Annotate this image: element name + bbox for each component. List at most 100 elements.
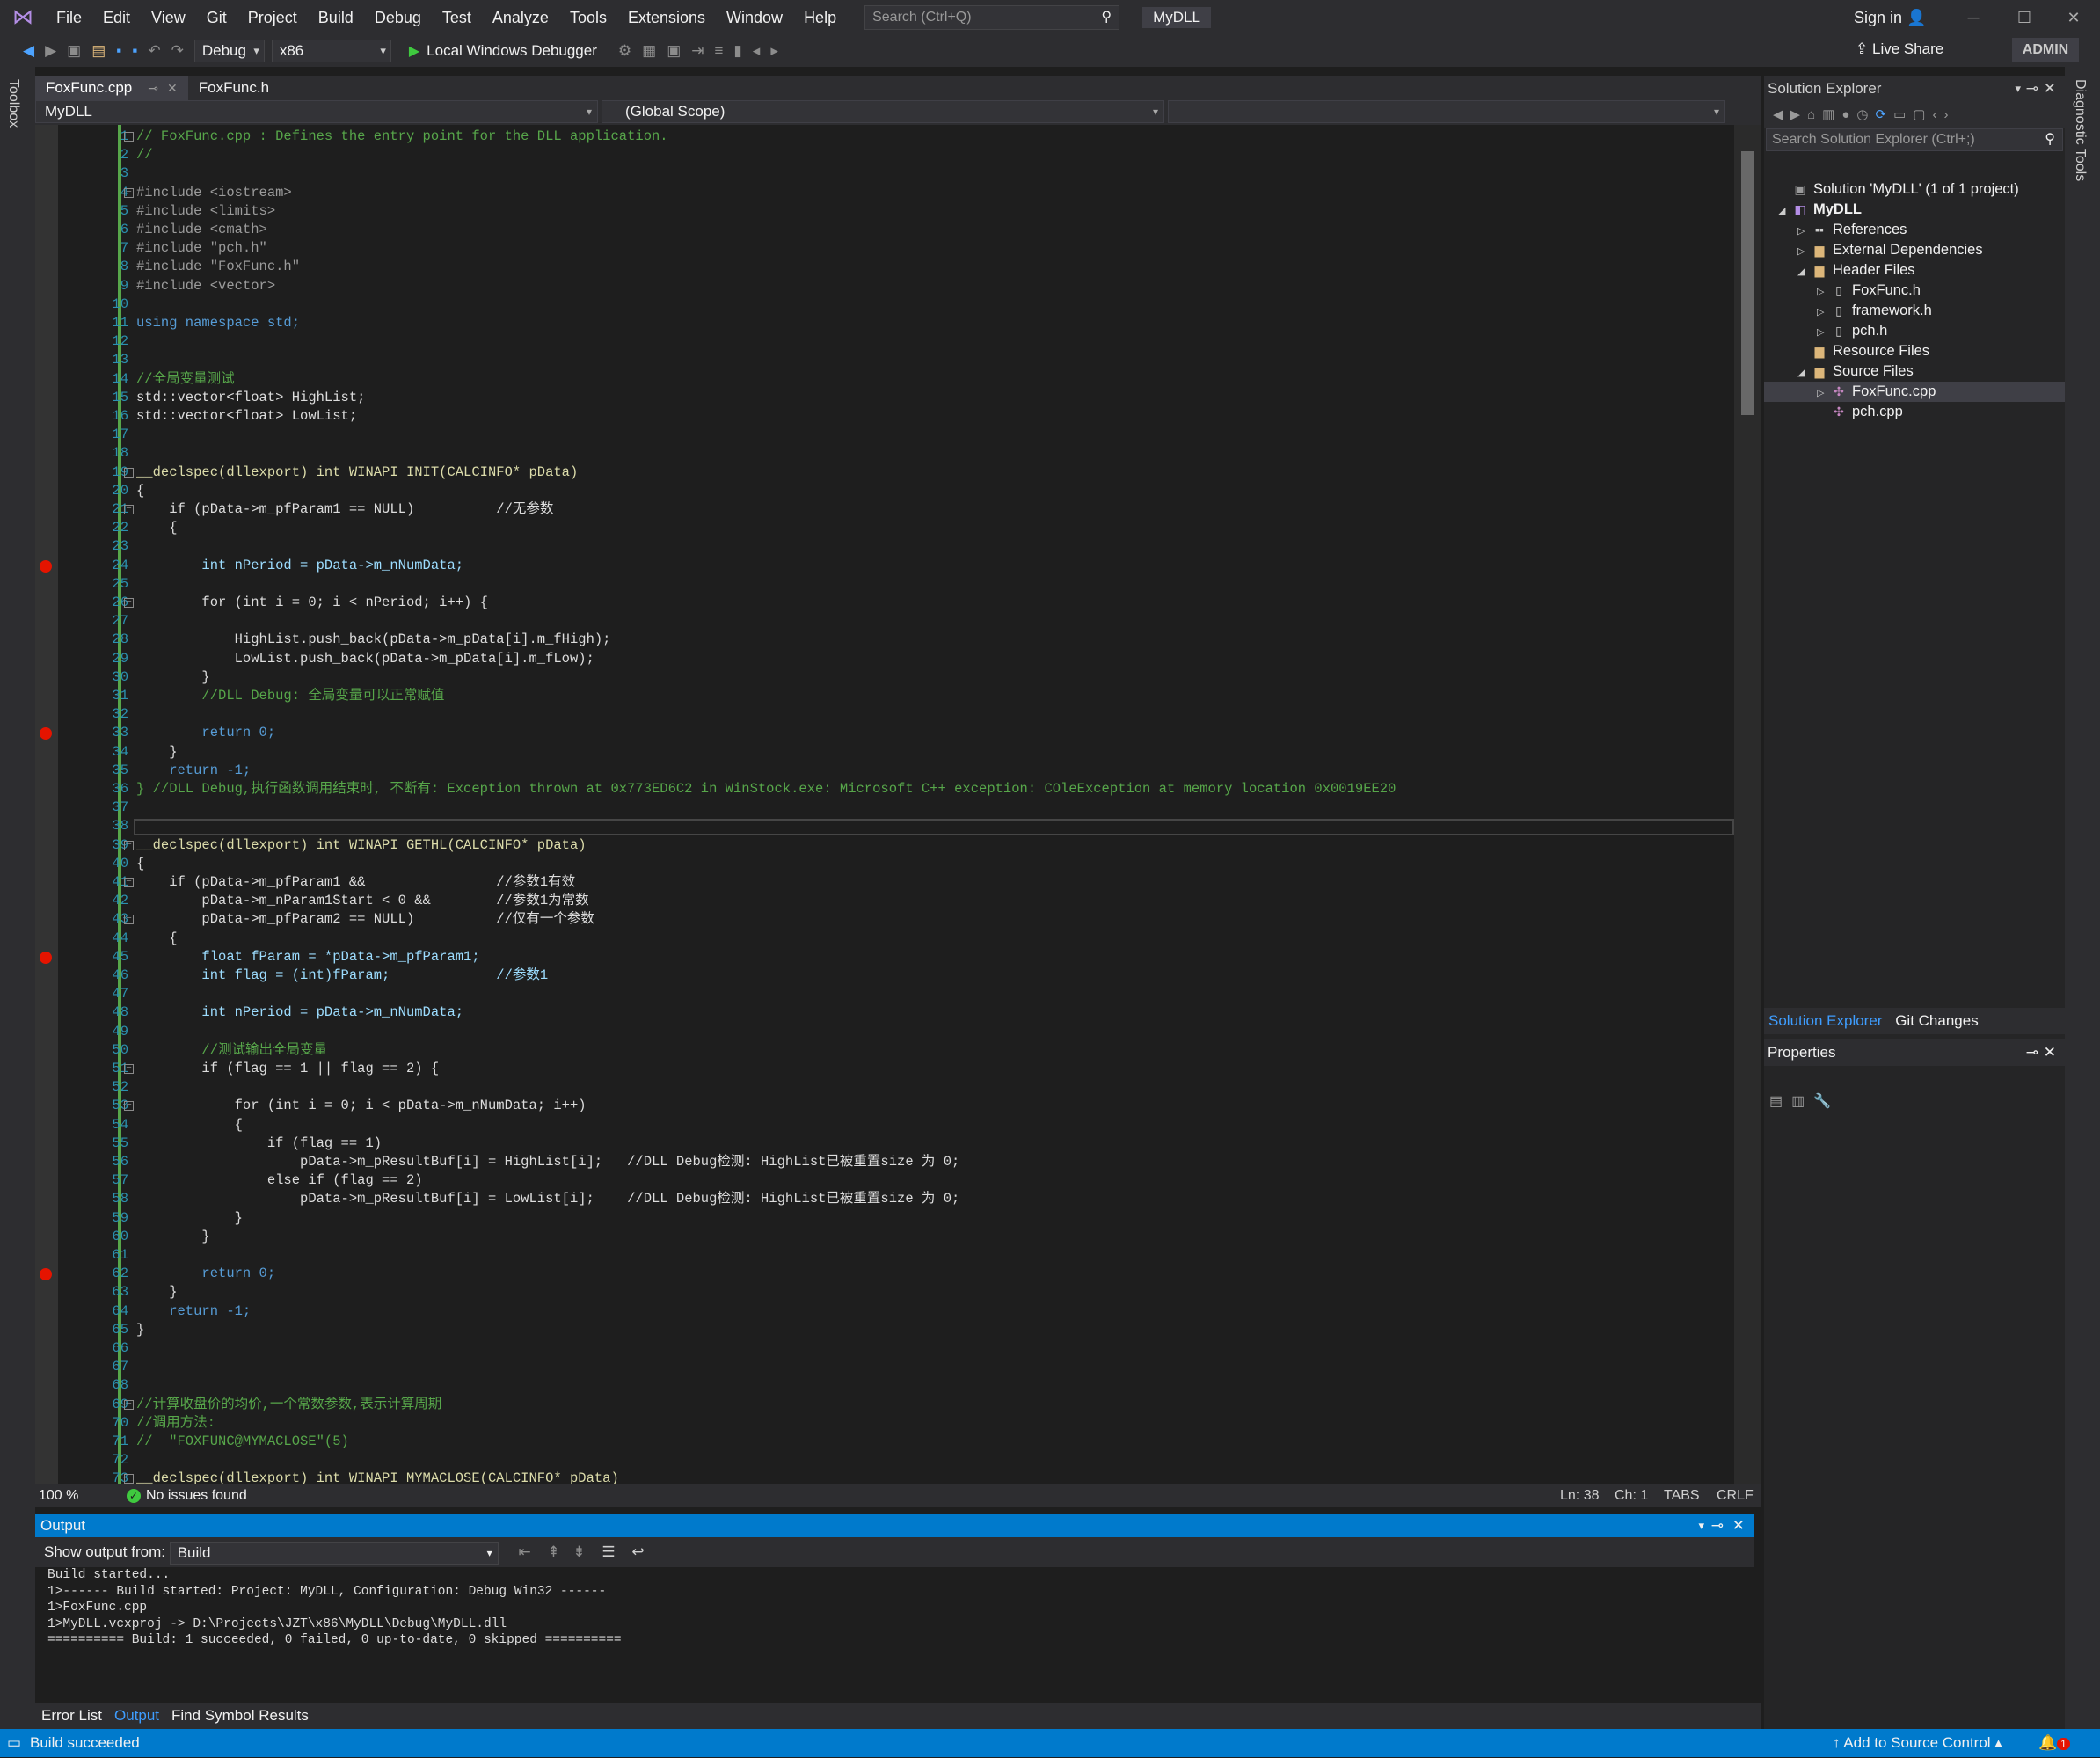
code-line[interactable]: 53− for (int i = 0; i < pData->m_nNumDat… [35,1097,1750,1115]
diagnostic-tools-tab[interactable]: Diagnostic Tools [2072,79,2088,181]
code-line[interactable]: 67 [35,1358,1750,1376]
back-icon[interactable]: ◀ [23,42,34,60]
code-line[interactable]: 72 [35,1451,1750,1470]
history-icon[interactable]: ◷ [1856,107,1875,122]
code-line[interactable]: 10 [35,295,1750,314]
open-file-icon[interactable]: ▤ [91,42,106,60]
menu-tools[interactable]: Tools [559,0,617,35]
bookmark-prev-icon[interactable]: ◂ [753,42,761,60]
code-line[interactable]: 44 { [35,930,1750,948]
code-line[interactable]: 64 return -1; [35,1302,1750,1321]
browse-icon[interactable]: ▦ [642,42,656,60]
editor-scrollbar[interactable] [1734,125,1761,1484]
indent-icon[interactable]: ≡ [715,42,724,60]
code-line[interactable]: 22 { [35,519,1750,537]
pending-changes-icon[interactable]: ● [1841,107,1856,122]
configuration-dropdown[interactable]: Debug [193,40,265,62]
collapse-icon[interactable]: − [124,840,134,850]
undo-icon[interactable]: ↶ [148,42,160,60]
forward-icon[interactable]: ▶ [45,42,56,60]
collapse-icon[interactable]: − [124,467,134,478]
code-line[interactable]: 56 pData->m_pResultBuf[i] = HighList[i];… [35,1153,1750,1171]
code-line[interactable]: 32 [35,705,1750,724]
switch-views-icon[interactable]: ▥ [1822,107,1841,122]
back-icon[interactable]: ◀ [1773,107,1790,122]
code-line[interactable]: 68 [35,1376,1750,1395]
expand-arrow-icon[interactable]: ▷ [1797,222,1812,242]
toolbox-tab[interactable]: Toolbox [5,79,21,128]
menu-analyze[interactable]: Analyze [482,0,559,35]
code-line[interactable]: 50 //测试输出全局变量 [35,1041,1750,1060]
code-line[interactable]: 41− if (pData->m_pfParam1 && //参数1有效 [35,873,1750,892]
menu-test[interactable]: Test [432,0,482,35]
tab-error-list[interactable]: Error List [35,1703,108,1729]
scrollbar-thumb[interactable] [1741,151,1754,415]
collapse-all-icon[interactable]: ▭ [1893,107,1913,122]
tree-item[interactable]: ▷ ▆ External Dependencies [1764,240,2065,260]
property-pages-icon[interactable]: 🔧 [1813,1094,1840,1109]
code-line[interactable]: 26− for (int i = 0; i < nPeriod; i++) { [35,594,1750,612]
collapse-icon[interactable]: − [124,1064,134,1074]
code-line[interactable]: 47 [35,985,1750,1003]
code-line[interactable]: 8 #include "FoxFunc.h" [35,258,1750,276]
code-line[interactable]: 65} [35,1321,1750,1339]
maximize-button[interactable]: ☐ [1998,0,2051,35]
code-line[interactable]: 18 [35,444,1750,463]
code-line[interactable]: 54 { [35,1116,1750,1134]
expand-arrow-icon[interactable]: ▷ [1817,323,1831,343]
code-line[interactable]: 55 if (flag == 1) [35,1134,1750,1153]
code-line[interactable]: 40 { [35,855,1750,873]
code-line[interactable]: 45 float fParam = *pData->m_pfParam1; [35,948,1750,967]
save-all-icon[interactable]: ▪ [132,42,137,60]
code-line[interactable]: 5 #include <limits> [35,202,1750,221]
tree-item[interactable]: ▷ ▯ FoxFunc.h [1764,281,2065,301]
tree-item[interactable]: ▷ ✣ FoxFunc.cpp [1764,382,2065,402]
collapse-icon[interactable]: − [124,915,134,925]
zoom-dropdown[interactable]: 100 % [39,1484,78,1507]
menu-project[interactable]: Project [237,0,308,35]
code-line[interactable]: 52 [35,1078,1750,1097]
sync-icon[interactable]: ⟳ [1876,107,1894,122]
home-icon[interactable]: ⌂ [1807,107,1822,122]
prev-message-icon[interactable]: ⇞ [547,1543,559,1560]
menu-view[interactable]: View [141,0,196,35]
tree-item[interactable]: ◢ ▆ Header Files [1764,260,2065,281]
start-debugger-button[interactable]: Local Windows Debugger [427,42,597,60]
alphabetical-icon[interactable]: ▥ [1791,1094,1813,1109]
code-line[interactable]: 3 [35,164,1750,183]
menu-debug[interactable]: Debug [364,0,432,35]
collapse-icon[interactable]: − [124,598,134,608]
scope-dropdown[interactable]: (Global Scope) [602,100,1164,123]
code-line[interactable]: 38 [35,817,1750,835]
code-line[interactable]: 12 [35,332,1750,351]
clear-all-icon[interactable]: ☰ [602,1543,615,1560]
code-view-icon[interactable]: ‹› [1932,107,1955,122]
tab-foxfunc-h[interactable]: FoxFunc.h [188,76,280,100]
find-message-icon[interactable]: ⇤ [518,1543,530,1560]
code-line[interactable]: 60 } [35,1228,1750,1246]
step-icon[interactable]: ⇥ [691,42,704,60]
code-line[interactable]: 49 [35,1023,1750,1041]
collapse-icon[interactable]: − [124,187,134,198]
code-line[interactable]: 31 //DLL Debug: 全局变量可以正常赋值 [35,687,1750,705]
indent-mode-indicator[interactable]: TABS [1664,1484,1700,1507]
output-text[interactable]: Build started... 1>------ Build started:… [35,1567,1754,1685]
save-icon[interactable]: ▪ [116,42,121,60]
breakpoint-icon[interactable] [40,1268,52,1281]
close-tab-icon[interactable]: ✕ [167,81,178,95]
close-properties-icon[interactable]: ✕ [2044,1039,2056,1066]
redo-icon[interactable]: ↷ [171,42,184,60]
output-menu-icon[interactable]: ▾ [1698,1514,1704,1537]
admin-badge[interactable]: ADMIN [2012,38,2079,62]
code-line[interactable]: 4− #include <iostream> [35,184,1750,202]
menu-git[interactable]: Git [196,0,237,35]
platform-dropdown[interactable]: x86 [271,40,391,62]
bookmark-next-icon[interactable]: ▸ [770,42,778,60]
solution-search-input[interactable]: Search Solution Explorer (Ctrl+;) ⚲ [1766,128,2063,151]
code-line[interactable]: 13 [35,351,1750,369]
code-line[interactable]: 16 std::vector<float> LowList; [35,407,1750,426]
tab-git-changes[interactable]: Git Changes [1891,1012,1983,1029]
code-line[interactable]: 42 pData->m_nParam1Start < 0 && //参数1为常数 [35,892,1750,910]
menu-window[interactable]: Window [716,0,793,35]
code-editor[interactable]: 1−// FoxFunc.cpp : Defines the entry poi… [35,125,1750,1484]
